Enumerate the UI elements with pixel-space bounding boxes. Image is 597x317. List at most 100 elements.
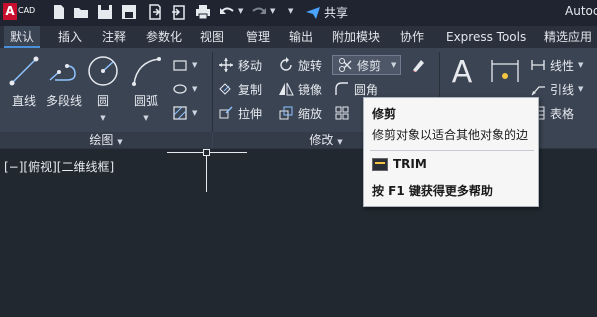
logo-letter: A	[3, 3, 17, 20]
circle-icon	[86, 54, 120, 88]
text-tool-button[interactable]: A	[446, 56, 478, 90]
ribbon-tab-bar: 默认 插入 注释 参数化 视图 管理 输出 附加模块 协作 Express To…	[0, 26, 597, 48]
copy-icon	[219, 83, 231, 95]
open-folder-icon[interactable]	[72, 3, 90, 21]
tab-addins[interactable]: 附加模块	[326, 26, 386, 48]
move-icon	[219, 58, 233, 72]
arc-dropdown-icon[interactable]: ▼	[143, 114, 148, 122]
command-line-icon	[372, 157, 388, 171]
share-button[interactable]: 共享	[305, 4, 348, 21]
dimension-tool-button[interactable]	[486, 54, 524, 88]
polyline-icon	[47, 54, 81, 88]
tooltip-title: 修剪	[372, 107, 397, 121]
copy-label: 复制	[238, 82, 263, 97]
polyline-tool-button[interactable]: 多段线	[44, 54, 84, 109]
circle-dropdown-icon[interactable]: ▼	[100, 114, 105, 122]
leader-icon	[531, 86, 545, 96]
circle-tool-button[interactable]: 圆 ▼	[86, 54, 120, 123]
tab-default[interactable]: 默认	[4, 26, 41, 48]
tooltip-command-name: TRIM	[393, 157, 427, 171]
table-label: 表格	[550, 106, 575, 121]
hatch-tool-button[interactable]: ▼	[172, 104, 197, 122]
app-logo[interactable]: A CAD	[0, 2, 42, 22]
redo-dropdown-icon[interactable]: ▼	[270, 7, 278, 25]
move-tool-button[interactable]: 移动	[218, 56, 262, 74]
ellipse-icon	[173, 84, 187, 94]
tab-output[interactable]: 输出	[283, 26, 319, 48]
ucs-crosshair-vertical	[206, 152, 207, 192]
draw-panel-expand-icon[interactable]: ▼	[117, 138, 122, 146]
arc-tool-button[interactable]: 圆弧 ▼	[126, 54, 166, 123]
tooltip-description: 修剪对象以适合其他对象的边	[372, 128, 529, 142]
app-title: Autoc	[565, 4, 597, 18]
rectangle-tool-button[interactable]: ▼	[172, 56, 197, 74]
tab-featured-apps[interactable]: 精选应用	[538, 26, 597, 48]
draw-panel-title: 绘图	[89, 133, 114, 147]
print-icon[interactable]	[194, 3, 212, 21]
tab-insert[interactable]: 插入	[52, 26, 88, 48]
ellipse-tool-button[interactable]: ▼	[172, 80, 197, 98]
customize-toolbar-icon[interactable]: ▼	[288, 7, 296, 25]
dimension-icon	[488, 54, 522, 88]
tab-parametric[interactable]: 参数化	[140, 26, 188, 48]
cursor-pickbox	[203, 149, 210, 156]
logo-badge: CAD	[18, 6, 36, 15]
tab-view[interactable]: 视图	[194, 26, 230, 48]
mirror-label: 镜像	[298, 82, 323, 97]
export-icon[interactable]	[146, 3, 164, 21]
leader-dropdown-icon[interactable]: ▼	[578, 85, 583, 93]
copy-tool-button[interactable]: 复制	[218, 80, 262, 98]
redo-icon[interactable]	[250, 3, 268, 21]
linear-dimension-button[interactable]: 线性 ▼	[530, 56, 583, 74]
new-file-icon[interactable]	[50, 3, 68, 21]
import-icon[interactable]	[170, 3, 188, 21]
fillet-tool-button[interactable]: 圆角	[334, 80, 378, 98]
tooltip-divider	[370, 150, 534, 151]
erase-tool-button[interactable]	[410, 56, 426, 74]
fillet-label: 圆角	[354, 82, 379, 97]
tab-express-tools[interactable]: Express Tools	[440, 26, 532, 48]
viewport-controls-label[interactable]: [−][俯视][二维线框]	[4, 158, 114, 175]
hatch-dropdown-icon: ▼	[192, 109, 198, 117]
array-tool-button[interactable]	[334, 104, 350, 122]
stretch-label: 拉伸	[238, 106, 263, 121]
tab-manage[interactable]: 管理	[240, 26, 276, 48]
tooltip-command: TRIM	[372, 157, 427, 171]
modify-panel-title: 修改	[309, 133, 334, 147]
undo-icon[interactable]	[218, 3, 236, 21]
eraser-icon	[413, 60, 424, 72]
share-label: 共享	[324, 6, 349, 20]
rotate-label: 旋转	[298, 58, 323, 73]
save-icon[interactable]	[96, 3, 114, 21]
rotate-tool-button[interactable]: 旋转	[278, 56, 322, 74]
rotate-icon	[280, 57, 292, 71]
mirror-tool-button[interactable]: 镜像	[278, 80, 322, 98]
trim-tooltip: 修剪 修剪对象以适合其他对象的边 TRIM 按 F1 键获得更多帮助	[363, 97, 539, 207]
trim-label: 修剪	[357, 58, 382, 73]
linear-dropdown-icon[interactable]: ▼	[578, 61, 583, 69]
rectangle-dropdown-icon: ▼	[192, 61, 198, 69]
leader-tool-button[interactable]: 引线 ▼	[530, 80, 583, 98]
line-icon	[7, 54, 41, 88]
undo-dropdown-icon[interactable]: ▼	[238, 7, 246, 25]
rectangle-icon	[173, 60, 187, 71]
linear-dimension-icon	[531, 60, 545, 70]
leader-label: 引线	[550, 82, 575, 97]
trim-tool-button[interactable]: 修剪 ▼	[332, 55, 402, 75]
tooltip-help: 按 F1 键获得更多帮助	[372, 184, 493, 198]
scale-label: 缩放	[298, 106, 323, 121]
ellipse-dropdown-icon: ▼	[192, 85, 198, 93]
scale-tool-button[interactable]: 缩放	[278, 104, 322, 122]
tab-collaborate[interactable]: 协作	[394, 26, 430, 48]
arc-tool-label: 圆弧	[133, 94, 158, 108]
tab-annotate[interactable]: 注释	[96, 26, 132, 48]
panel-divider	[212, 52, 213, 132]
trim-dropdown-icon[interactable]: ▼	[391, 61, 396, 69]
draw-panel-footer[interactable]: 绘图 ▼	[0, 132, 212, 148]
save-as-icon[interactable]	[120, 3, 138, 21]
stretch-icon	[219, 106, 233, 119]
modify-panel-expand-icon[interactable]: ▼	[337, 138, 342, 146]
stretch-tool-button[interactable]: 拉伸	[218, 104, 262, 122]
mirror-icon	[279, 82, 294, 96]
line-tool-button[interactable]: 直线	[6, 54, 42, 109]
